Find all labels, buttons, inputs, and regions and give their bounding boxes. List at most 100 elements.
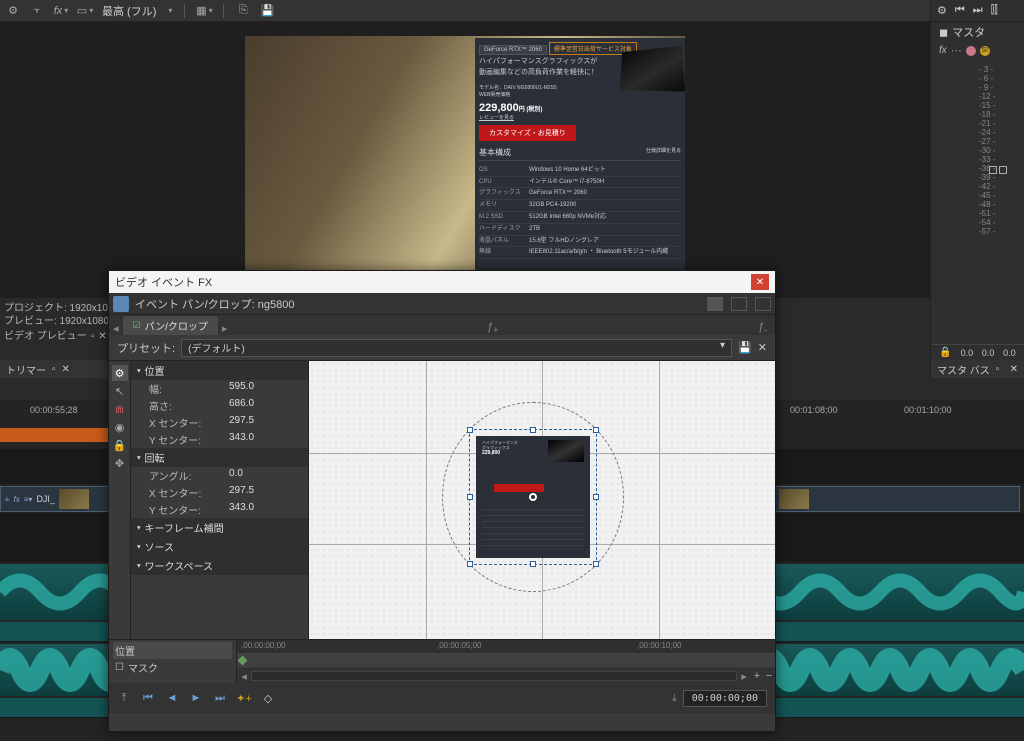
last-kf-icon[interactable]: ⏭ — [213, 691, 227, 705]
close-icon[interactable]: ✕ — [1010, 364, 1018, 375]
kf-timecode[interactable]: 00:00:00;00 — [683, 690, 767, 707]
overlay-icon[interactable]: ▭▾ — [78, 4, 92, 18]
section-position[interactable]: 位置 — [131, 361, 308, 380]
keyframe-toolbar: ⤒ ⏮ ◄ ► ⏭ ✦+ ◇ ⤓ 00:00:00;00 — [109, 683, 775, 713]
delete-preset-icon[interactable]: ✕ — [758, 341, 767, 354]
section-workspace[interactable]: ワークスペース — [131, 556, 308, 575]
lock-icon[interactable]: 🔒 — [939, 347, 951, 358]
section-kf-interp[interactable]: キーフレーム補間 — [131, 518, 308, 537]
magnet-icon[interactable]: ⋒ — [112, 401, 128, 417]
gear-icon[interactable]: ⚙ — [112, 365, 128, 381]
dialog-titlebar[interactable]: ビデオ イベント FX ✕ — [109, 271, 775, 293]
resize-handle[interactable] — [467, 494, 473, 500]
resize-handle[interactable] — [467, 427, 473, 433]
fx-icon[interactable]: fx▾ — [54, 4, 68, 18]
prop-ycenter[interactable]: 343.0 — [229, 432, 254, 447]
trimmer-tab[interactable]: トリマー ▫ ✕ — [0, 360, 114, 378]
scroll-left-icon[interactable]: ◂ — [237, 670, 251, 683]
resize-handle[interactable] — [593, 494, 599, 500]
prop-rot-ycenter[interactable]: 343.0 — [229, 502, 254, 517]
section-rotation[interactable]: 回転 — [131, 448, 308, 467]
gear-icon[interactable]: ⚙ — [6, 4, 20, 18]
move-tool-icon[interactable]: ✥ — [112, 455, 128, 471]
resize-handle[interactable] — [530, 561, 536, 567]
faders-icon[interactable]: ⫿⫿ — [991, 4, 998, 17]
zoom-out-icon[interactable]: − — [763, 670, 775, 682]
close-icon[interactable]: ✕ — [62, 364, 70, 375]
customize-button: カスタマイズ・お見積り — [479, 125, 576, 141]
mute-icon[interactable]: ⋯ — [951, 44, 962, 57]
kf-ruler[interactable]: ,00:00:00;00 ,00:00:05;00 ,00:00:10;00 — [237, 640, 775, 654]
resize-handle[interactable] — [593, 427, 599, 433]
first-kf-icon[interactable]: ⏮ — [141, 691, 155, 705]
preview-video[interactable]: GeForce RTX™ 2060 標準翌営日出荷サービス対象 ハイパフォーマン… — [245, 36, 685, 284]
clip-crop-icon[interactable]: ⫨ — [5, 494, 10, 504]
prop-rot-xcenter[interactable]: 297.5 — [229, 485, 254, 500]
mask-checkbox[interactable]: ☐ — [115, 662, 124, 673]
scroll-right-icon[interactable]: ▸ — [737, 670, 751, 683]
skip-end-icon[interactable]: ⏭ — [973, 4, 983, 17]
view-grid-button[interactable] — [755, 297, 771, 311]
resize-handle[interactable] — [467, 561, 473, 567]
master-bus-tab[interactable]: マスタ バス▫✕ — [930, 360, 1024, 378]
prop-angle[interactable]: 0.0 — [229, 468, 243, 483]
kf-scrollbar[interactable]: ◂ ▸ + − — [237, 669, 775, 683]
master-output-icon[interactable] — [978, 160, 1018, 180]
grid-icon[interactable]: ▦▾ — [197, 4, 211, 18]
view-tree-button[interactable] — [731, 297, 747, 311]
resize-handle[interactable] — [530, 427, 536, 433]
prev-plugin-icon[interactable]: ◂ — [113, 322, 119, 335]
enable-snap-icon[interactable]: ◉ — [112, 419, 128, 435]
keyframe-diamond[interactable] — [238, 656, 248, 666]
split-icon[interactable]: ⫟ — [30, 4, 44, 18]
save-preset-icon[interactable]: 💾 — [738, 341, 752, 354]
master-stop-icon[interactable]: ◼ — [939, 27, 948, 39]
add-fx-icon[interactable]: ƒ+ — [487, 321, 498, 335]
spec-table: OSWindows 10 Home 64ビット CPUインテル® Core™ i… — [479, 165, 681, 259]
skip-start-icon[interactable]: ⏮ — [955, 4, 965, 17]
close-button[interactable]: ✕ — [751, 274, 769, 290]
preview-quality[interactable]: 最高 (フル) — [102, 3, 156, 19]
zoom-in-icon[interactable]: + — [751, 670, 763, 682]
next-kf-icon[interactable]: ► — [189, 691, 203, 705]
dialog-resize-strip[interactable] — [109, 713, 775, 731]
next-plugin-icon[interactable]: ▸ — [222, 322, 228, 335]
view-list-button[interactable] — [707, 297, 723, 311]
cursor-follow-icon[interactable]: ⤓ — [672, 692, 677, 705]
scroll-track[interactable] — [251, 671, 737, 681]
prop-xcenter[interactable]: 297.5 — [229, 415, 254, 430]
meter-val-c: 0.0 — [982, 348, 995, 358]
plugin-tab-pancrop[interactable]: パン/クロップ — [123, 316, 218, 335]
crop-box[interactable]: ハイパフォーマンスグラフィックス229,800 — [469, 429, 597, 565]
add-kf-icon[interactable]: ✦+ — [237, 691, 251, 705]
save-icon[interactable]: 💾 — [260, 4, 274, 18]
bus-dot-b[interactable]: S! — [980, 46, 990, 56]
kf-track-position[interactable] — [237, 654, 775, 668]
fx-chip[interactable]: fx — [939, 45, 947, 56]
section-source[interactable]: ソース — [131, 537, 308, 556]
clip-fx-icon[interactable]: fx — [14, 495, 20, 504]
remove-fx-icon[interactable]: ƒ- — [758, 321, 767, 335]
prop-height[interactable]: 686.0 — [229, 398, 254, 413]
price-value: 229,800円 (税別) — [479, 102, 681, 114]
kf-lane-position[interactable]: 位置 — [115, 643, 135, 658]
arrow-tool-icon[interactable]: ↖ — [112, 383, 128, 399]
resize-handle[interactable] — [593, 561, 599, 567]
prop-width[interactable]: 595.0 — [229, 381, 254, 396]
gear-icon[interactable]: ⚙ — [937, 4, 947, 17]
sync-cursor-icon[interactable]: ⤒ — [117, 691, 131, 705]
pancrop-canvas[interactable]: ハイパフォーマンスグラフィックス229,800 — [309, 361, 775, 639]
delete-kf-icon[interactable]: ◇ — [261, 691, 275, 705]
pan-crop-chain-icon[interactable] — [113, 296, 129, 312]
preview-tab[interactable]: ビデオ プレビュー — [4, 330, 87, 343]
kf-lane-mask[interactable]: マスク — [128, 660, 158, 675]
prev-kf-icon[interactable]: ◄ — [165, 691, 179, 705]
lock-aspect-icon[interactable]: 🔒 — [112, 437, 128, 453]
center-handle[interactable] — [528, 492, 538, 502]
preset-select[interactable]: (デフォルト)▾ — [181, 339, 732, 357]
copy-icon[interactable]: ⎘ — [236, 4, 250, 18]
close-icon[interactable]: ✕ — [98, 330, 106, 343]
video-event-fx-dialog: ビデオ イベント FX ✕ イベント パン/クロップ: ng5800 ◂ パン/… — [108, 270, 776, 732]
preview-area: GeForce RTX™ 2060 標準翌営日出荷サービス対象 ハイパフォーマン… — [0, 22, 930, 298]
bus-dot-a[interactable] — [966, 46, 976, 56]
